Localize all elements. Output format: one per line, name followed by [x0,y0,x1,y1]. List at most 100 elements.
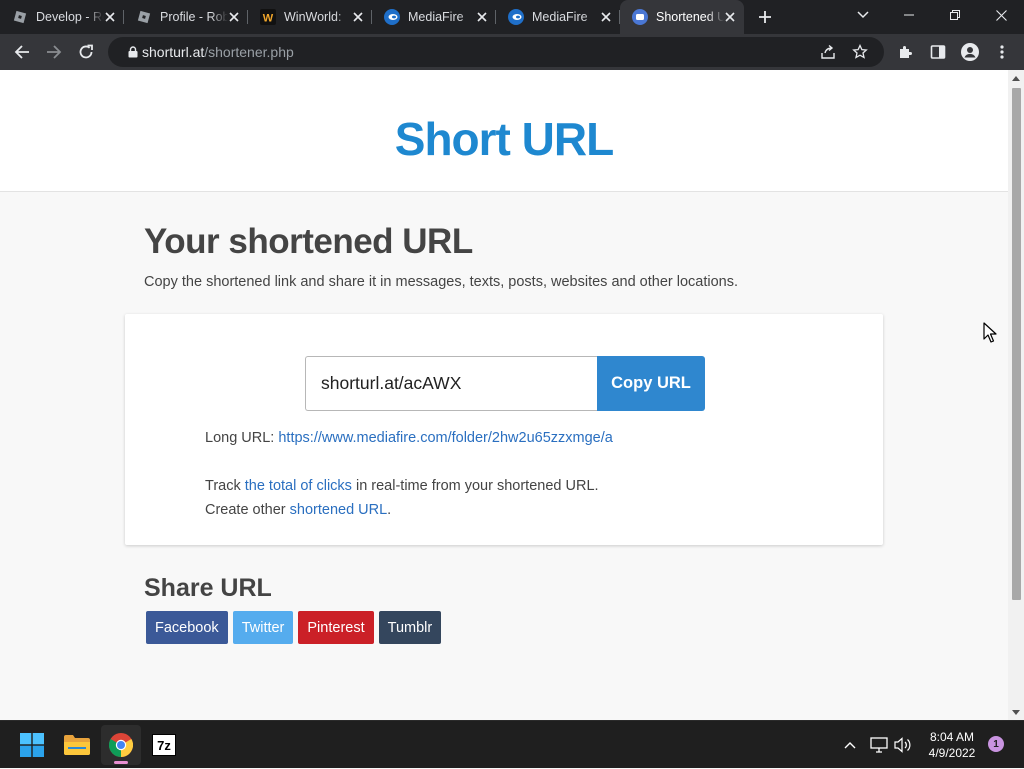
tab-title: Shortened URL [656,10,724,24]
page-viewport: Short URL Your shortened URL Copy the sh… [0,70,1008,720]
tab-title: MediaFire [532,10,588,24]
file-explorer-icon[interactable] [57,725,97,765]
reload-button[interactable] [70,36,102,68]
copy-url-button[interactable]: Copy URL [597,356,705,411]
address-bar[interactable]: shorturl.at/shortener.php [108,37,884,67]
back-arrow-icon [14,45,29,59]
result-card: Copy URL Long URL: https://www.mediafire… [125,314,883,545]
share-twitter-button[interactable]: Twitter [232,611,294,644]
scrollbar-thumb[interactable] [1012,88,1021,600]
page-title: Your shortened URL [144,222,473,261]
long-url-line: Long URL: https://www.mediafire.com/fold… [205,430,613,446]
url-host: shorturl.at [142,44,205,60]
track-clicks-link[interactable]: the total of clicks [245,478,352,494]
url-path: /shortener.php [204,44,294,60]
close-window-button[interactable] [978,0,1024,30]
restore-icon [950,10,960,20]
tab-search-button[interactable] [848,0,878,30]
puzzle-icon [900,46,912,58]
mediafire-icon [508,9,524,25]
create-suffix: . [387,502,392,518]
profile-button[interactable] [954,36,986,68]
create-shortened-url-link[interactable]: shortened URL [290,502,388,518]
window-controls [886,0,1024,34]
close-icon [995,9,1007,21]
back-button[interactable] [6,36,38,68]
tab-title: MediaFire [408,10,464,24]
restore-button[interactable] [932,0,978,30]
site-header: Short URL [0,70,1008,192]
minimize-button[interactable] [886,0,932,30]
close-tab-icon[interactable] [598,9,614,25]
shorturl-icon [632,9,648,25]
share-icon [821,44,835,59]
svg-text:W: W [263,13,274,25]
close-tab-icon[interactable] [226,9,242,25]
side-panel-button[interactable] [922,36,954,68]
show-hidden-icons-button[interactable] [840,721,860,769]
browser-toolbar: shorturl.at/shortener.php [0,34,1024,70]
volume-icon[interactable] [892,721,914,769]
tab-title: Profile - Roblox [160,10,228,24]
minimize-icon [904,14,914,16]
scroll-up-arrow-icon[interactable] [1008,70,1024,86]
tab-title: Develop - Roblox [36,10,104,24]
notification-badge[interactable]: 1 [988,736,1004,752]
share-facebook-button[interactable]: Facebook [146,611,228,644]
tab-winworld[interactable]: W WinWorld: [248,0,372,34]
page-subtitle: Copy the shortened link and share it in … [144,274,739,290]
kebab-menu-icon [1000,45,1004,59]
windows-start-icon[interactable] [12,725,52,765]
close-tab-icon[interactable] [102,9,118,25]
page-scrollbar[interactable] [1008,70,1024,720]
tab-shortened-url[interactable]: Shortened URL [620,0,744,34]
extensions-button[interactable] [890,36,922,68]
side-panel-icon [930,45,946,59]
long-url-link[interactable]: https://www.mediafire.com/folder/2hw2u65… [278,430,612,446]
track-prefix: Track [205,478,241,494]
windows-taskbar: 7z 8:04 AM 4/9/2022 [0,720,1024,768]
network-icon[interactable] [868,721,890,769]
tab-title: WinWorld: [284,10,342,24]
menu-button[interactable] [986,36,1018,68]
short-url-row: Copy URL [305,356,705,411]
scroll-down-arrow-icon[interactable] [1008,704,1024,720]
share-page-button[interactable] [812,37,844,67]
url-text: shorturl.at/shortener.php [142,44,294,60]
create-line: Create other shortened URL. [205,502,391,518]
taskbar-clock[interactable]: 8:04 AM 4/9/2022 [916,729,988,761]
tab-develop-roblox[interactable]: Develop - Roblox [0,0,124,34]
toolbar-right [890,36,1018,68]
chevron-down-icon [857,11,869,19]
lock-icon [108,46,142,58]
share-tumblr-button[interactable]: Tumblr [378,611,442,644]
tab-mediafire-1[interactable]: MediaFire [372,0,496,34]
mediafire-icon [384,9,400,25]
close-tab-icon[interactable] [350,9,366,25]
share-buttons: Facebook Twitter Pinterest Tumblr [146,611,446,644]
7zip-icon[interactable]: 7z [144,725,184,765]
tab-mediafire-2[interactable]: MediaFire [496,0,620,34]
roblox-icon [136,9,152,25]
mouse-cursor-icon [983,322,997,343]
profile-icon [961,43,979,61]
forward-button[interactable] [38,36,70,68]
star-icon [852,44,868,59]
clock-date: 4/9/2022 [928,746,976,760]
close-tab-icon[interactable] [474,9,490,25]
close-tab-icon[interactable] [722,9,738,25]
short-url-input[interactable] [305,356,597,411]
winworld-icon: W [260,9,276,25]
chrome-icon[interactable] [101,725,141,765]
new-tab-button[interactable] [750,0,780,34]
share-pinterest-button[interactable]: Pinterest [298,611,374,644]
forward-arrow-icon [47,45,62,59]
chevron-up-icon [844,742,856,749]
plus-icon [759,11,771,23]
bookmark-button[interactable] [844,37,876,67]
site-logo[interactable]: Short URL [395,112,614,166]
roblox-icon [12,9,28,25]
tab-profile-roblox[interactable]: Profile - Roblox [124,0,248,34]
active-app-indicator [114,761,128,764]
reload-icon [79,44,93,59]
